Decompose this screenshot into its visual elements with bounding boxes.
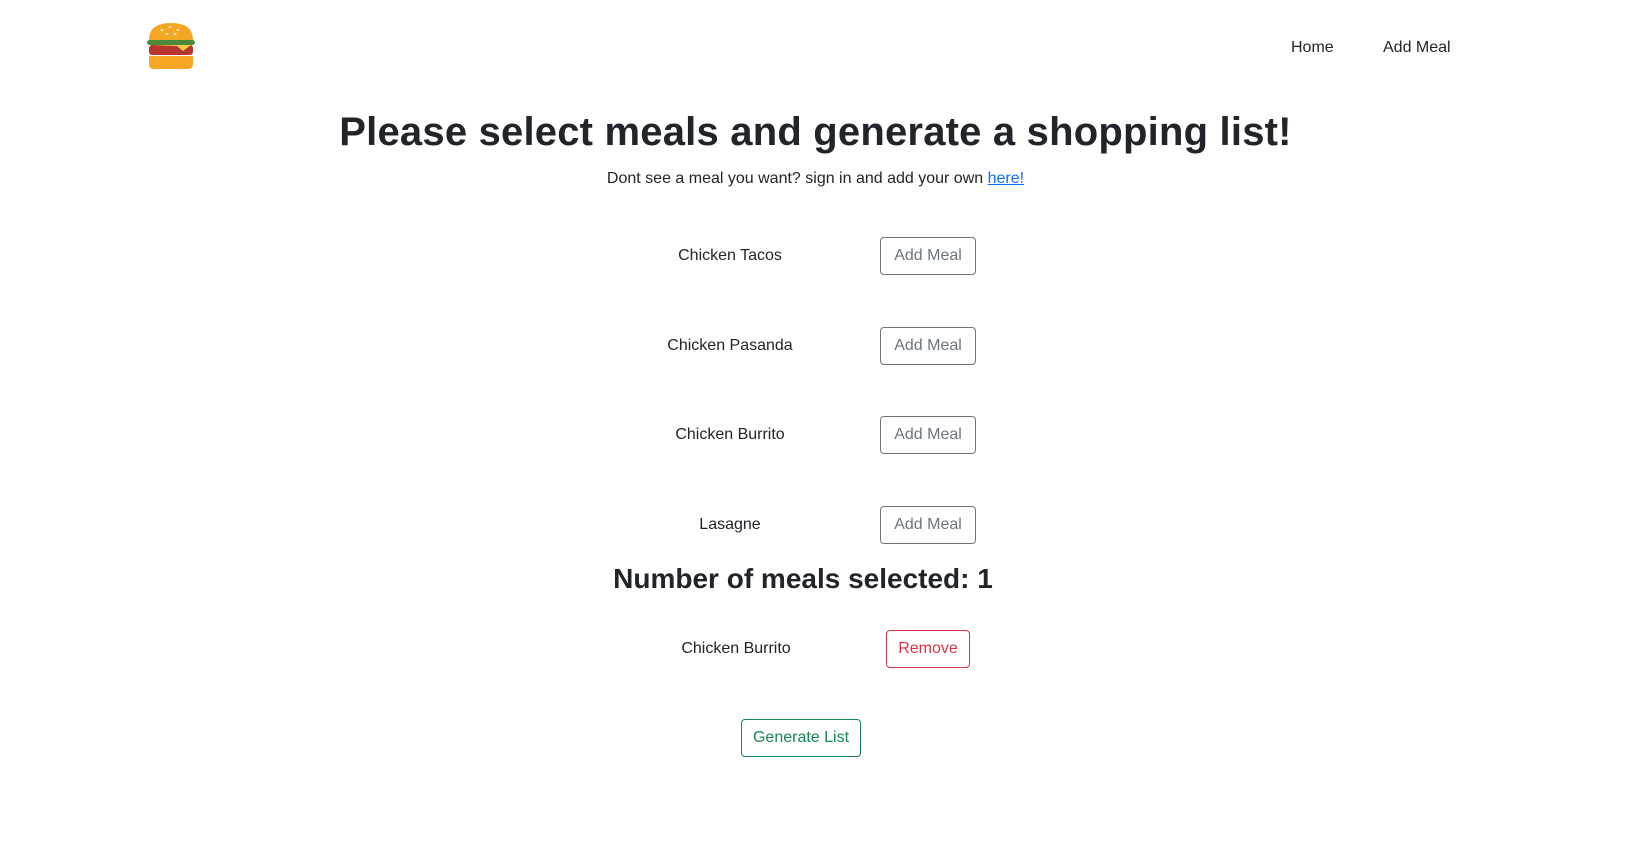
page-title: Please select meals and generate a shopp… bbox=[339, 110, 1292, 154]
subtitle: Dont see a meal you want? sign in and ad… bbox=[0, 170, 1631, 188]
burger-icon[interactable] bbox=[146, 22, 196, 70]
add-meal-button[interactable]: Add Meal bbox=[880, 327, 976, 365]
meal-name: Chicken Pasanda bbox=[667, 337, 793, 354]
meal-row-lasagne: Lasagne Add Meal bbox=[0, 506, 1631, 546]
nav-home-link[interactable]: Home bbox=[1291, 39, 1334, 57]
selected-meal-row: Chicken Burrito Remove bbox=[0, 630, 1631, 670]
navbar: Home Add Meal bbox=[0, 0, 1631, 95]
meal-name: Chicken Tacos bbox=[678, 247, 782, 264]
selected-count-heading: Number of meals selected: 1 bbox=[613, 563, 993, 594]
meal-name: Lasagne bbox=[699, 516, 761, 533]
nav-add-meal-link[interactable]: Add Meal bbox=[1383, 39, 1451, 57]
remove-meal-button[interactable]: Remove bbox=[886, 630, 970, 668]
meal-row-chicken-burrito: Chicken Burrito Add Meal bbox=[0, 416, 1631, 456]
add-meal-button[interactable]: Add Meal bbox=[880, 506, 976, 544]
add-meal-button[interactable]: Add Meal bbox=[880, 416, 976, 454]
generate-list-button[interactable]: Generate List bbox=[741, 719, 861, 757]
meal-row-chicken-tacos: Chicken Tacos Add Meal bbox=[0, 237, 1631, 277]
selected-meal-name: Chicken Burrito bbox=[681, 640, 791, 657]
add-meal-button[interactable]: Add Meal bbox=[880, 237, 976, 275]
meal-name: Chicken Burrito bbox=[675, 426, 785, 443]
meal-row-chicken-pasanda: Chicken Pasanda Add Meal bbox=[0, 327, 1631, 367]
sign-in-link[interactable]: here! bbox=[988, 170, 1024, 187]
subtitle-text: Dont see a meal you want? sign in and ad… bbox=[606, 170, 988, 187]
